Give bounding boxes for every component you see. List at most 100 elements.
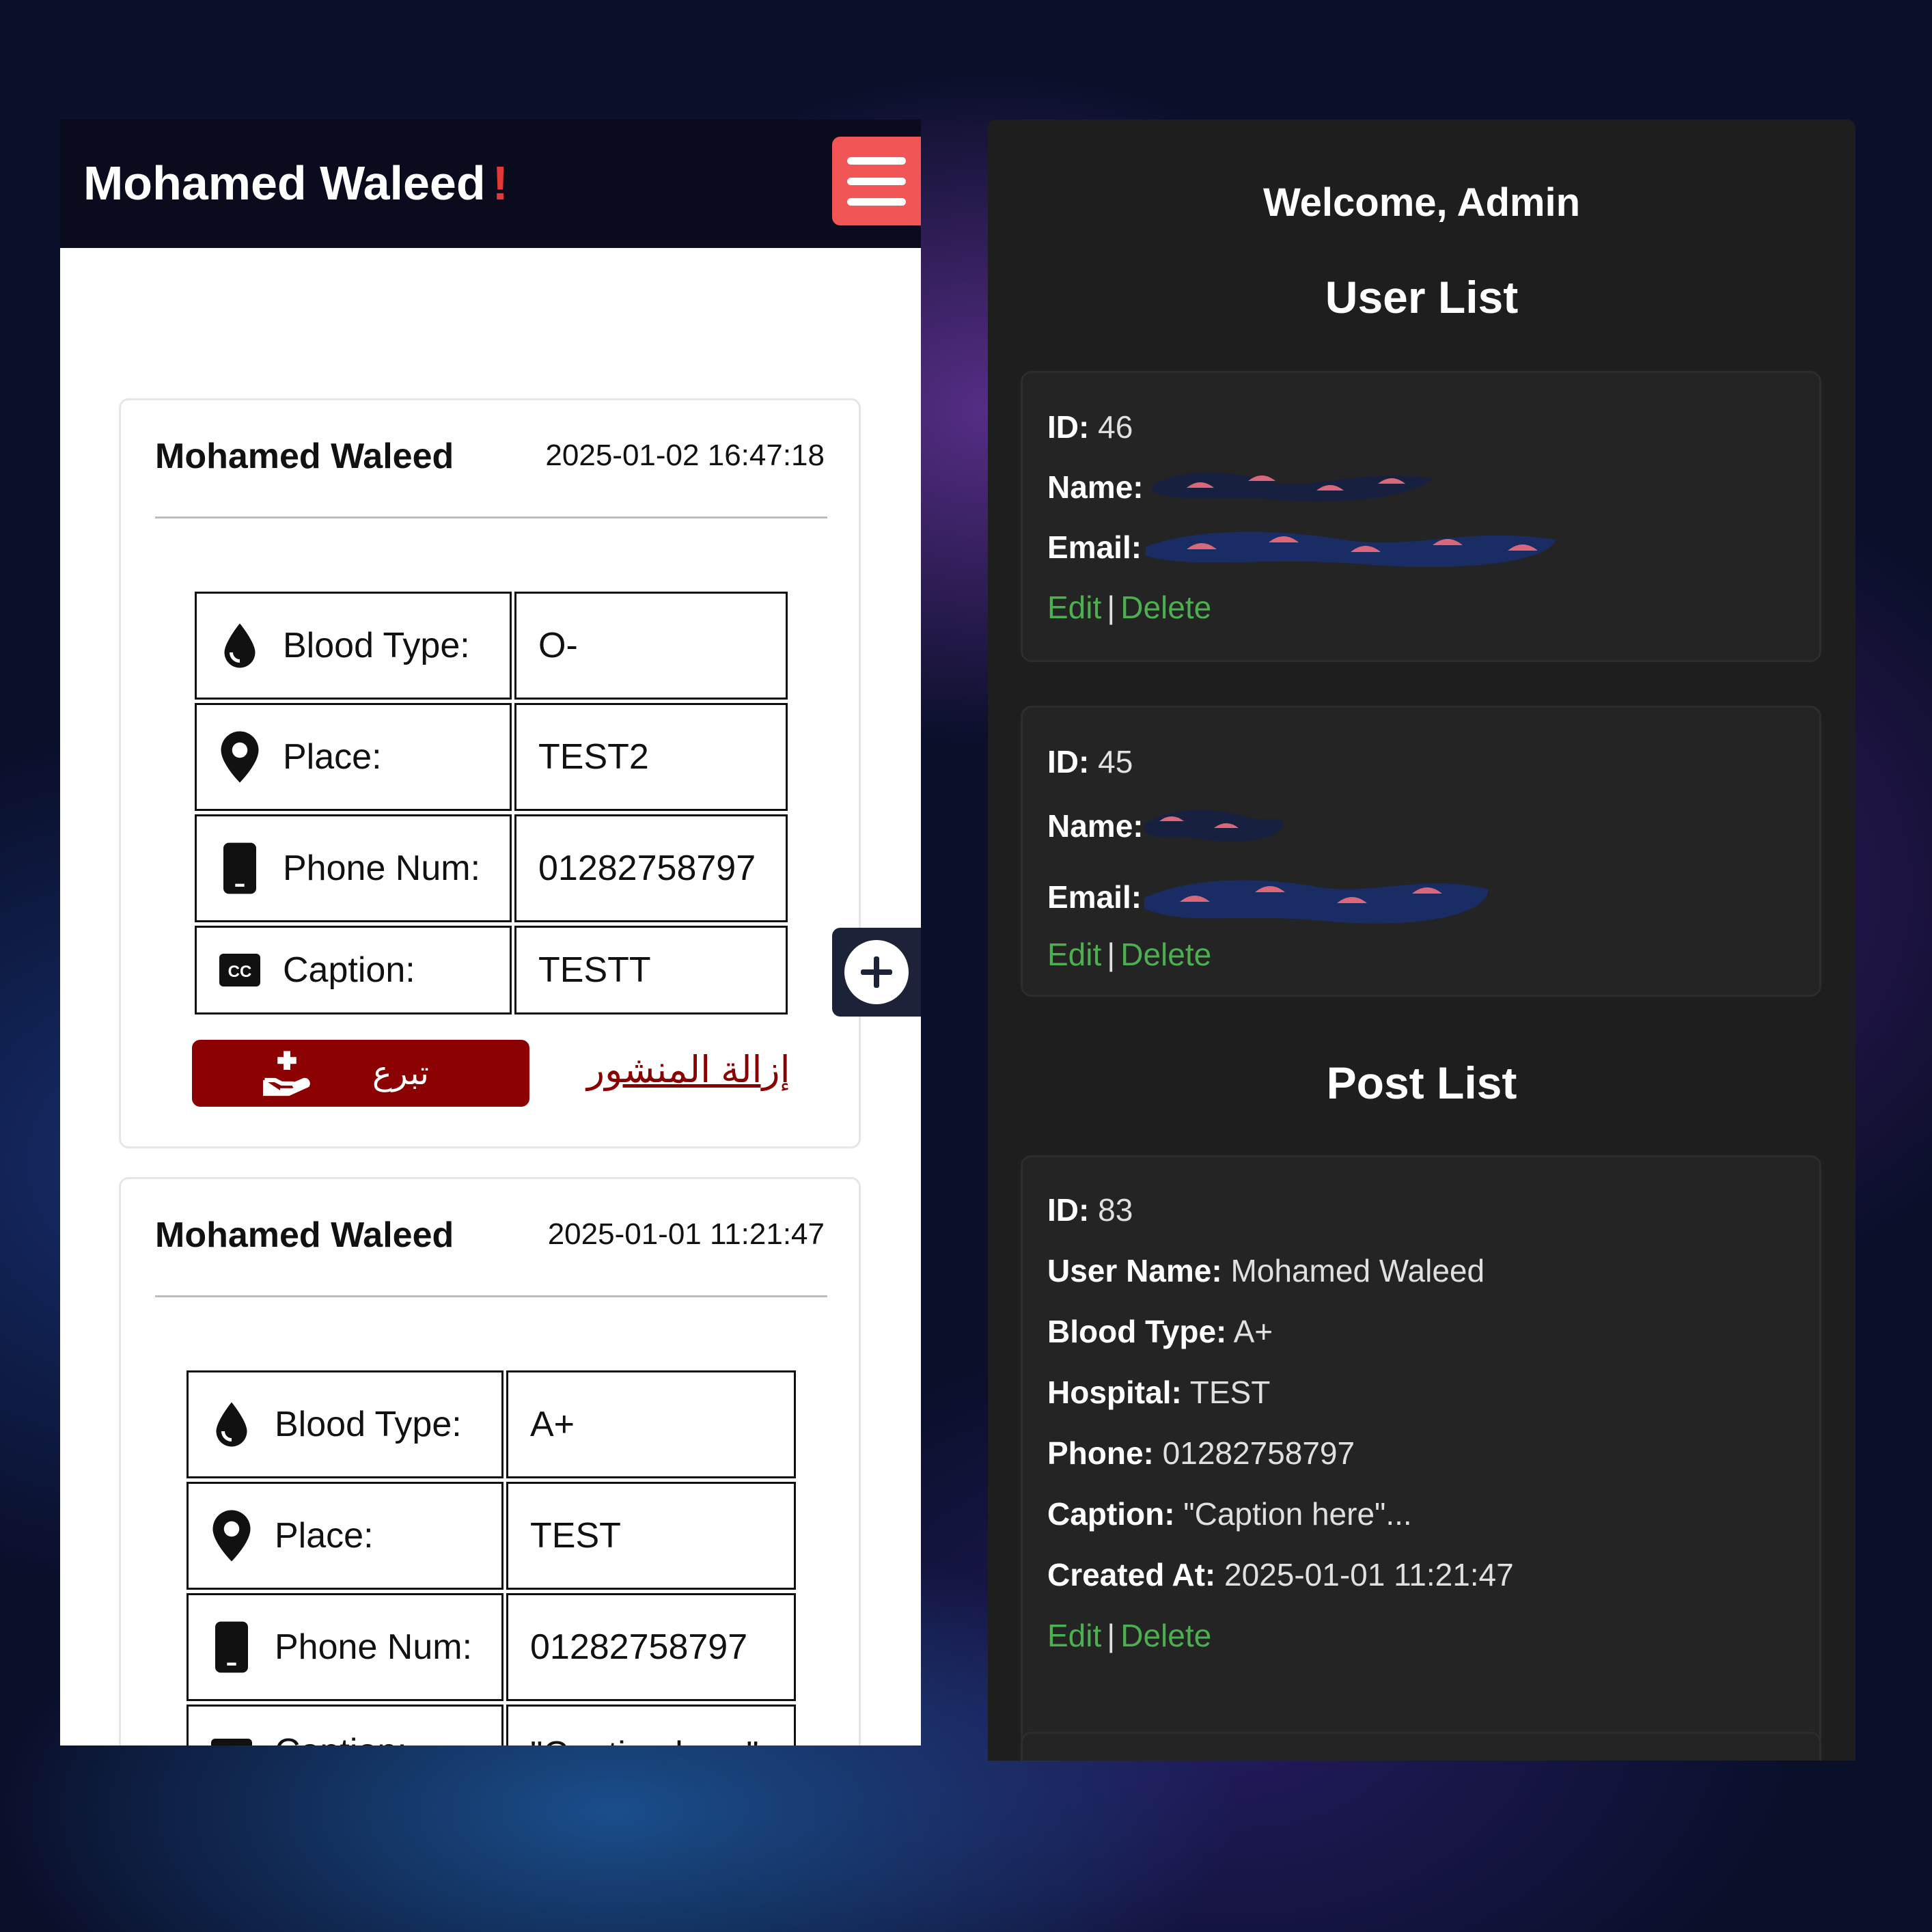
top-navbar: Mohamed Waleed! [60, 120, 921, 248]
user-email-row: Email: [1047, 879, 1142, 915]
menu-icon-bar [847, 178, 906, 185]
redaction-scribble [1144, 810, 1284, 842]
user-list-title: User List [1325, 272, 1519, 322]
caption-value: "Caption here" [506, 1705, 796, 1745]
place-label-cell: Place: [195, 703, 512, 811]
delete-user-link[interactable]: Delete [1120, 590, 1211, 625]
phone-icon [216, 842, 264, 894]
menu-icon-bar [847, 198, 906, 206]
post-hospital: TEST [1189, 1375, 1271, 1410]
post-list-title: Post List [1326, 1058, 1517, 1108]
admin-post-card-partial [1021, 1732, 1821, 1761]
svg-text:CC: CC [228, 963, 252, 981]
phone-icon [208, 1621, 256, 1673]
user-id: 46 [1098, 409, 1133, 445]
place-value: TEST [506, 1482, 796, 1590]
caption-value: TESTT [514, 926, 788, 1015]
phone-value: 01282758797 [514, 814, 788, 922]
blood-type-label-cell: Blood Type: [187, 1370, 503, 1478]
plus-icon [844, 940, 909, 1004]
post-hospital-row: Hospital: TEST [1047, 1374, 1270, 1411]
remove-post-link[interactable]: إزالة المنشور [587, 1048, 790, 1091]
post-author: Mohamed Waleed [155, 1215, 454, 1255]
closed-caption-icon: CC [208, 1731, 256, 1745]
row-label: Blood Type: [283, 626, 470, 665]
name-label: Name: [1047, 469, 1144, 505]
row-label: Place: [283, 737, 382, 777]
post-blood-type-row: Blood Type: A+ [1047, 1313, 1273, 1350]
redaction-scribble [1144, 880, 1489, 924]
post-user-name-row: User Name: Mohamed Waleed [1047, 1252, 1485, 1289]
location-pin-icon [208, 1510, 256, 1562]
user-id: 45 [1098, 744, 1133, 779]
caption-label-cell: CC Caption: [195, 926, 512, 1015]
user-email-row: Email: [1047, 529, 1142, 566]
phone-label-cell: Phone Num: [195, 814, 512, 922]
post-caption: "Caption here"... [1183, 1496, 1412, 1532]
name-label: Name: [1047, 808, 1144, 844]
post-author: Mohamed Waleed [155, 437, 454, 476]
row-label: Caption: [283, 950, 415, 990]
blood-type-value: A+ [506, 1370, 796, 1478]
user-actions: Edit | Delete [1047, 936, 1211, 973]
location-pin-icon [216, 731, 264, 783]
email-label: Email: [1047, 529, 1142, 565]
action-separator: | [1107, 590, 1116, 625]
place-label-cell: Place: [187, 1482, 503, 1590]
menu-icon [847, 157, 906, 165]
brand-title[interactable]: Mohamed Waleed! [83, 154, 508, 212]
caption-label-cell: CC Caption: [187, 1705, 503, 1745]
post-user-name: Mohamed Waleed [1230, 1253, 1485, 1288]
created-at-label: Created At: [1047, 1557, 1216, 1592]
edit-post-link[interactable]: Edit [1047, 1618, 1101, 1653]
row-label: Place: [275, 1516, 374, 1556]
delete-post-link[interactable]: Delete [1120, 1618, 1211, 1653]
delete-user-link[interactable]: Delete [1120, 937, 1211, 972]
donate-button[interactable]: تبرع [192, 1040, 529, 1107]
row-label: Phone Num: [283, 848, 481, 888]
post-card: Mohamed Waleed 2025-01-01 11:21:47 Blood… [119, 1177, 861, 1745]
post-created-at-row: Created At: 2025-01-01 11:21:47 [1047, 1556, 1514, 1593]
place-value: TEST2 [514, 703, 788, 811]
user-id-row: ID: 45 [1047, 743, 1133, 780]
user-card: ID: 45 Name: Email: Edit | Delete [1021, 706, 1821, 997]
id-label: ID: [1047, 409, 1090, 445]
user-name-label: User Name: [1047, 1253, 1222, 1288]
post-id-row: ID: 83 [1047, 1191, 1133, 1228]
id-label: ID: [1047, 744, 1090, 779]
user-name-row: Name: [1047, 469, 1144, 506]
welcome-heading: Welcome, Admin [1262, 180, 1581, 225]
action-separator: | [1107, 937, 1116, 972]
action-separator: | [1107, 1618, 1116, 1653]
donate-label: تبرع [372, 1055, 429, 1092]
row-label: Caption: [275, 1731, 407, 1745]
blood-type-label: Blood Type: [1047, 1314, 1227, 1349]
edit-user-link[interactable]: Edit [1047, 937, 1101, 972]
hospital-label: Hospital: [1047, 1375, 1182, 1410]
phone-value: 01282758797 [506, 1593, 796, 1701]
phone-label-cell: Phone Num: [187, 1593, 503, 1701]
post-phone: 01282758797 [1162, 1435, 1355, 1471]
row-label: Blood Type: [275, 1405, 462, 1444]
blood-drop-icon [216, 622, 264, 670]
email-label: Email: [1047, 879, 1142, 915]
redaction-scribble [1153, 472, 1433, 502]
post-id: 83 [1098, 1192, 1133, 1228]
post-card: Mohamed Waleed 2025-01-02 16:47:18 Blood… [119, 398, 861, 1148]
post-phone-row: Phone: 01282758797 [1047, 1435, 1355, 1472]
post-divider [155, 516, 827, 519]
post-date: 2025-01-02 16:47:18 [545, 439, 825, 472]
post-divider [155, 1295, 827, 1297]
blood-type-value: O- [514, 592, 788, 700]
donate-hand-icon [262, 1049, 311, 1097]
hamburger-menu-button[interactable] [832, 137, 921, 225]
brand-exclamation: ! [492, 156, 508, 210]
id-label: ID: [1047, 1192, 1090, 1228]
blood-drop-icon [208, 1400, 256, 1448]
post-date: 2025-01-01 11:21:47 [547, 1217, 825, 1251]
blood-type-label-cell: Blood Type: [195, 592, 512, 700]
post-caption-row: Caption: "Caption here"... [1047, 1495, 1412, 1532]
edit-user-link[interactable]: Edit [1047, 590, 1101, 625]
add-post-button[interactable] [832, 928, 921, 1017]
row-label: Phone Num: [275, 1627, 473, 1667]
